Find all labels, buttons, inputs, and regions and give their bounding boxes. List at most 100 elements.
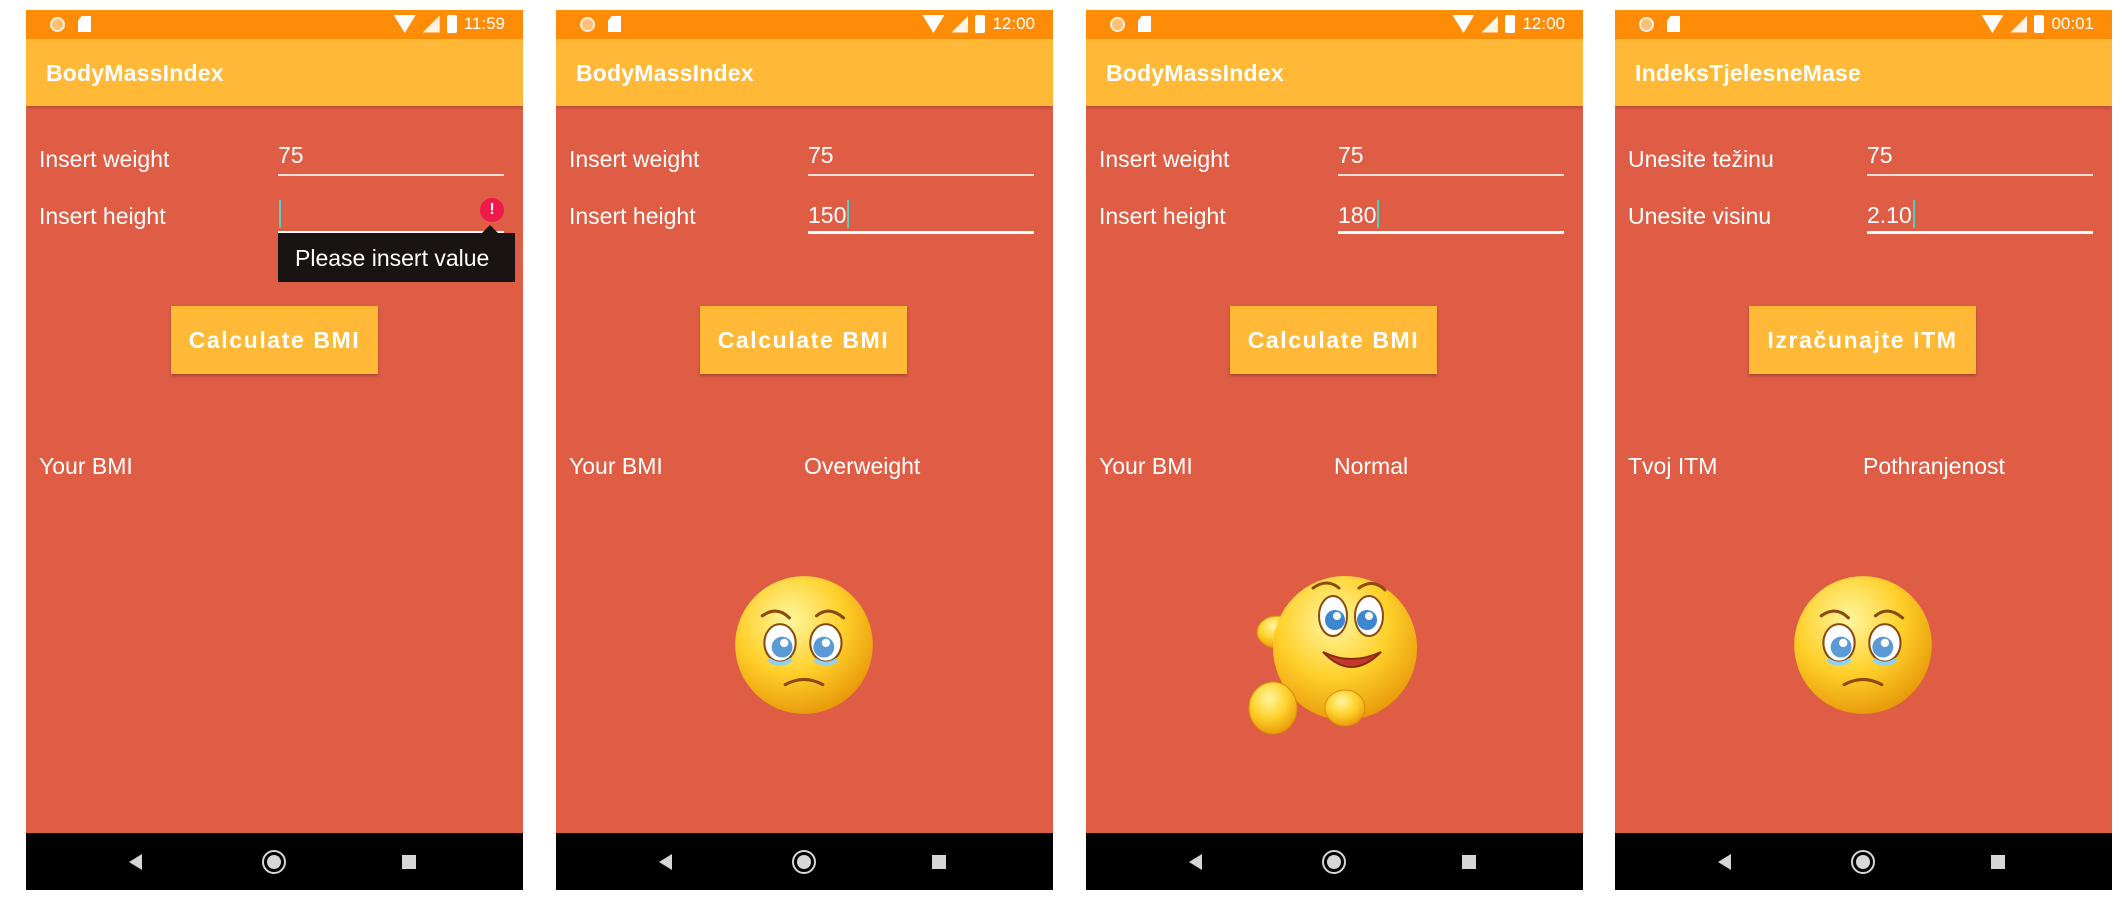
home-icon[interactable] [1851, 850, 1875, 874]
height-label: Unesite visinu [1628, 203, 1772, 229]
calculate-itm-button[interactable]: Izračunajte ITM [1749, 306, 1976, 374]
happy-face-emoji-icon [1248, 576, 1417, 735]
height-input[interactable]: 180 [1338, 190, 1564, 234]
navigation-bar [1086, 833, 1583, 890]
text-cursor [847, 200, 850, 228]
weight-input[interactable]: 75 [1338, 132, 1564, 176]
weight-input[interactable]: 75 [278, 132, 504, 176]
signal-icon [1481, 15, 1499, 33]
text-cursor [1912, 200, 1915, 228]
status-clock: 00:01 [2051, 14, 2094, 33]
notification-dot-icon [1639, 16, 1654, 32]
height-label: Insert height [1099, 203, 1226, 229]
bmi-result-label: Your BMI [1099, 453, 1193, 479]
recents-icon[interactable] [1991, 855, 2005, 869]
bmi-result-label: Your BMI [39, 453, 133, 479]
app-title: BodyMassIndex [46, 60, 224, 86]
wifi-icon [1452, 15, 1475, 33]
height-input[interactable]: 2.10 [1867, 190, 2093, 234]
status-bar: 11:59 [26, 10, 523, 39]
weight-label: Insert weight [1099, 146, 1230, 172]
back-icon[interactable] [129, 854, 142, 870]
calculate-bmi-button[interactable]: Calculate BMI [1230, 306, 1437, 374]
battery-icon [1505, 15, 1516, 33]
weight-input[interactable]: 75 [1867, 132, 2093, 176]
error-tooltip: Please insert value [278, 225, 515, 282]
height-label: Insert height [569, 203, 696, 229]
weight-input-value: 75 [1338, 142, 1364, 168]
back-icon[interactable] [1189, 854, 1202, 870]
calculate-bmi-button[interactable]: Calculate BMI [700, 306, 907, 374]
app-title: BodyMassIndex [576, 60, 754, 86]
status-bar: 12:00 [556, 10, 1053, 39]
weight-label: Insert weight [569, 146, 700, 172]
status-bar: 12:00 [1086, 10, 1583, 39]
phone-screen-4: 00:01 IndeksTjelesneMase Unesite težinu … [1615, 10, 2112, 890]
status-clock: 12:00 [992, 14, 1035, 33]
sad-face-emoji-icon [1794, 576, 1932, 714]
navigation-bar [1615, 833, 2112, 890]
height-input-value [278, 200, 281, 229]
wifi-icon [922, 15, 945, 33]
battery-icon [2034, 15, 2045, 33]
status-bar: 00:01 [1615, 10, 2112, 39]
wifi-icon [393, 15, 416, 33]
app-bar: BodyMassIndex [556, 39, 1053, 106]
height-input-value: 180 [1338, 200, 1380, 229]
signal-icon [2010, 15, 2028, 33]
sad-face-emoji-icon [735, 576, 873, 714]
bmi-result-value: Normal [1334, 453, 1409, 479]
back-icon[interactable] [1718, 854, 1731, 870]
phone-screen-2: 12:00 BodyMassIndex Insert weight 75 Ins… [556, 10, 1053, 890]
status-clock: 11:59 [463, 14, 505, 33]
itm-result-label: Tvoj ITM [1628, 453, 1718, 479]
height-input-value: 150 [808, 200, 850, 229]
weight-label: Insert weight [39, 146, 170, 172]
height-input[interactable]: 150 [808, 190, 1034, 234]
weight-input-value: 75 [808, 142, 834, 168]
recents-icon[interactable] [402, 855, 416, 869]
height-input-value: 2.10 [1867, 200, 1915, 229]
sd-card-icon [1138, 16, 1151, 32]
phone-screen-3: 12:00 BodyMassIndex Insert weight 75 Ins… [1086, 10, 1583, 890]
sd-card-icon [608, 16, 621, 32]
height-input[interactable]: ! [278, 190, 504, 234]
navigation-bar [556, 833, 1053, 890]
bmi-result-label: Your BMI [569, 453, 663, 479]
signal-icon [422, 15, 440, 33]
app-title: IndeksTjelesneMase [1635, 60, 1862, 86]
weight-input[interactable]: 75 [808, 132, 1034, 176]
home-icon[interactable] [792, 850, 816, 874]
app-title: BodyMassIndex [1106, 60, 1284, 86]
recents-icon[interactable] [1462, 855, 1476, 869]
navigation-bar [26, 833, 523, 890]
home-icon[interactable] [1322, 850, 1346, 874]
itm-result-value: Pothranjenost [1863, 453, 2005, 479]
phone-screen-1: 11:59 BodyMassIndex Insert weight 75 Ins… [26, 10, 523, 890]
text-cursor [279, 200, 281, 228]
notification-dot-icon [50, 16, 65, 32]
weight-label: Unesite težinu [1628, 146, 1774, 172]
text-cursor [1377, 200, 1380, 228]
sd-card-icon [78, 16, 91, 32]
wifi-icon [1981, 15, 2004, 33]
app-bar: BodyMassIndex [1086, 39, 1583, 106]
calculate-bmi-button[interactable]: Calculate BMI [171, 306, 378, 374]
weight-input-value: 75 [1867, 142, 1893, 168]
height-label: Insert height [39, 203, 166, 229]
home-icon[interactable] [262, 850, 286, 874]
weight-input-value: 75 [278, 142, 304, 168]
recents-icon[interactable] [932, 855, 946, 869]
bmi-result-value: Overweight [804, 453, 921, 479]
signal-icon [951, 15, 969, 33]
error-icon: ! [480, 198, 504, 222]
battery-icon [975, 15, 986, 33]
notification-dot-icon [580, 16, 595, 32]
app-bar: BodyMassIndex [26, 39, 523, 106]
status-clock: 12:00 [1522, 14, 1565, 33]
back-icon[interactable] [659, 854, 672, 870]
sd-card-icon [1667, 16, 1680, 32]
app-bar: IndeksTjelesneMase [1615, 39, 2112, 106]
battery-icon [446, 15, 457, 33]
notification-dot-icon [1110, 16, 1125, 32]
